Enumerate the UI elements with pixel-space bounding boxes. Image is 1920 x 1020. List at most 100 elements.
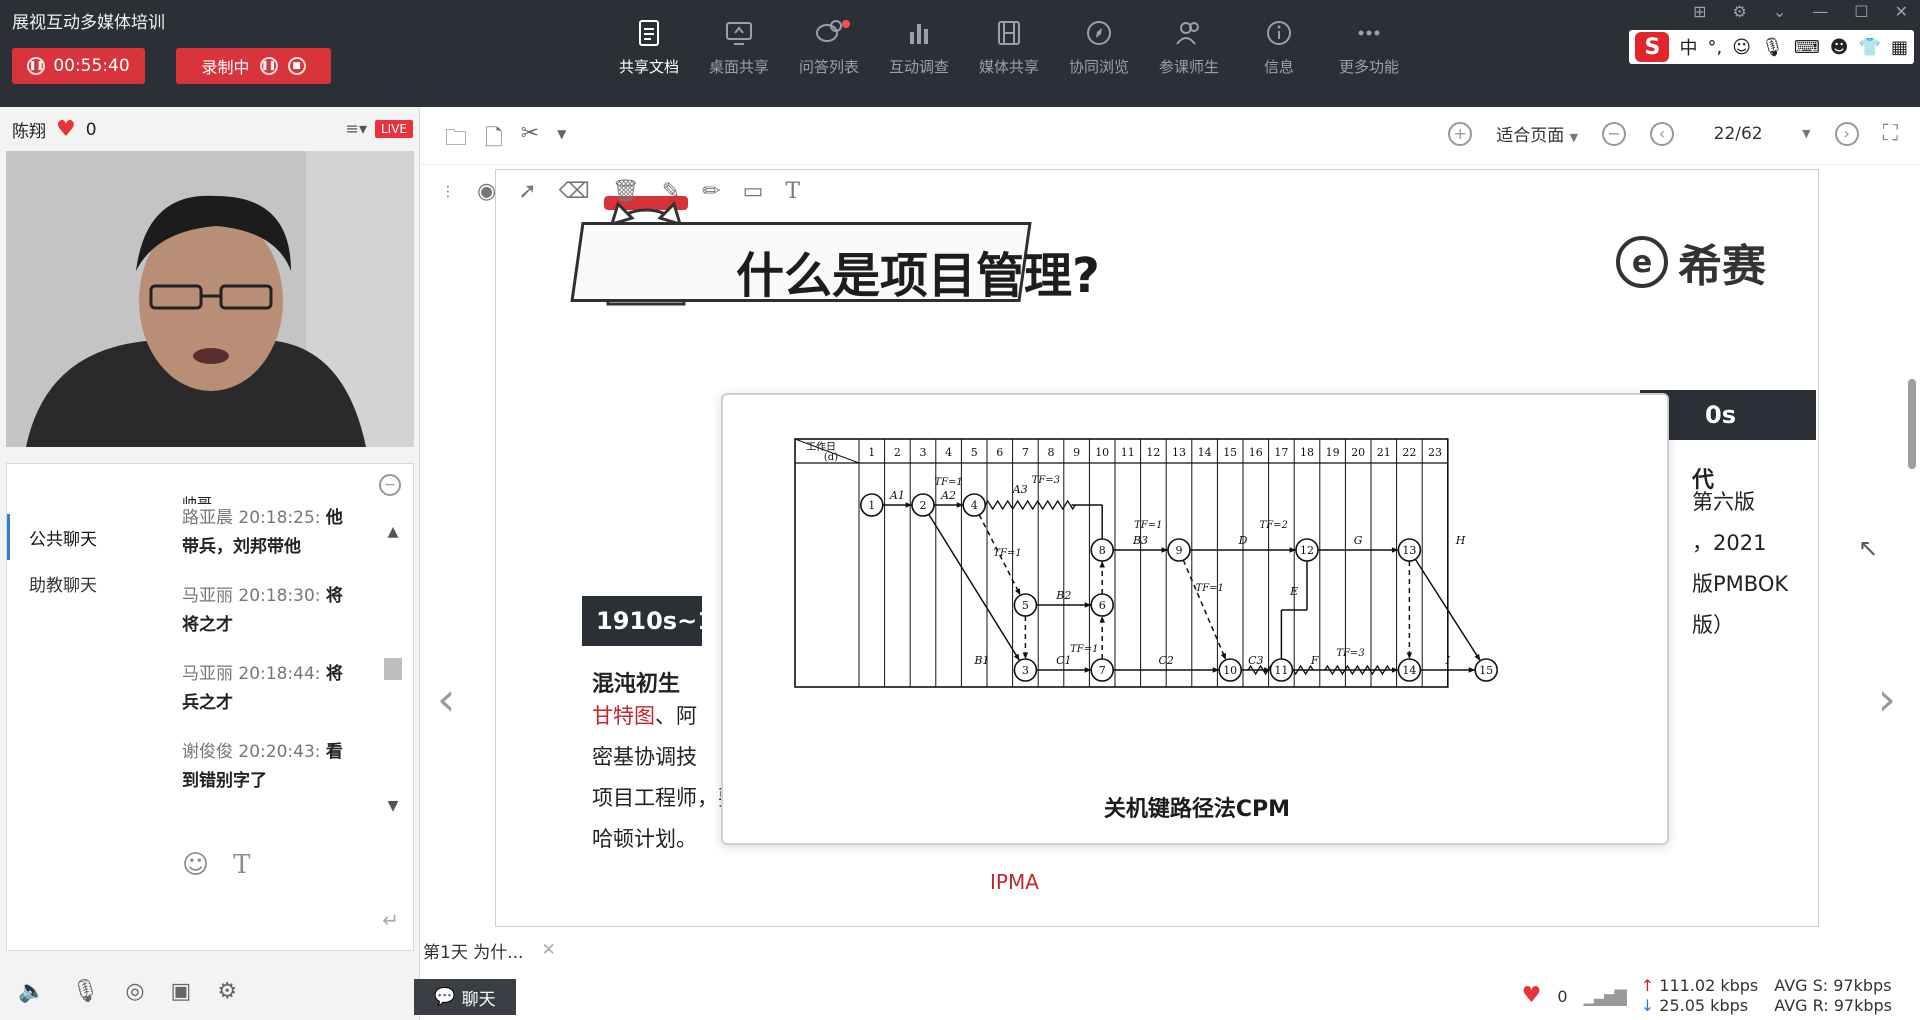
image-popup[interactable]: 工作日 (d) 1 2 3 4 5 6 7 8 9 10 11 12 13 14 15 16 17 18 19 20 21 2… (721, 393, 1669, 845)
node-number: 8 (1099, 544, 1106, 557)
era-heading-left: 混沌初生 (592, 672, 681, 697)
fullscreen-icon[interactable]: ⛶ (1883, 121, 1898, 146)
zoom-out-icon[interactable]: − (1602, 121, 1627, 146)
send-icon[interactable]: ↵ (382, 908, 399, 932)
float-label: TF=1 (1134, 520, 1162, 531)
punctuation-icon[interactable]: °, (1707, 37, 1722, 58)
drag-handle-icon[interactable]: ⋮ (441, 184, 455, 200)
microphone-icon[interactable]: 🎙 (71, 979, 99, 1004)
scroll-down-icon[interactable]: ▼ (388, 798, 399, 814)
day-number: 21 (1377, 446, 1391, 459)
page-indicator[interactable]: 22/62 (1698, 124, 1778, 144)
toolbar-desktop-share[interactable]: 桌面共享 (694, 18, 784, 88)
chat-toggle-button[interactable]: 💬 聊天 (414, 979, 516, 1015)
tab-close-icon[interactable]: ✕ (541, 940, 555, 960)
fit-page-select[interactable]: 适合页面 ▼ (1496, 121, 1578, 146)
toolbar-more[interactable]: 更多功能 (1324, 18, 1414, 88)
toolbar-qa-list[interactable]: 问答列表 (784, 18, 874, 88)
dropdown-icon[interactable]: ▼ (557, 127, 566, 159)
tab-assistant-chat[interactable]: 助教聊天 (7, 560, 147, 606)
rectangle-icon[interactable]: ▭ (743, 179, 764, 204)
maximize-icon[interactable]: ☐ (1854, 2, 1868, 21)
toolbar-share-doc[interactable]: 共享文档 (604, 18, 694, 88)
eraser-icon[interactable]: ⌫ (559, 179, 590, 204)
folder-icon[interactable]: 🗀 (445, 121, 467, 159)
settings-icon[interactable]: ⚙ (1733, 2, 1747, 21)
file-icon[interactable]: 🗋 (485, 121, 503, 159)
app-title: 展视互动多媒体培训 (12, 13, 165, 33)
chat-user: 路亚晨 (182, 508, 233, 528)
toolbar-media-share[interactable]: 媒体共享 (964, 18, 1054, 88)
day-number: 3 (920, 446, 927, 459)
activity-label: A2 (940, 489, 956, 502)
era-badge-left: 1910s~1 (582, 596, 714, 646)
emoji-icon[interactable]: ☺ (1732, 37, 1751, 58)
screen-icon[interactable]: ▣ (171, 979, 192, 1004)
minimize-icon[interactable]: — (1812, 2, 1828, 21)
toolbar-label: 桌面共享 (708, 58, 769, 76)
prev-page-icon[interactable]: ‹ (1650, 121, 1675, 146)
activity-label: G (1354, 534, 1363, 547)
next-page-icon[interactable]: › (1834, 121, 1859, 146)
target-icon[interactable]: ◉ (477, 179, 496, 204)
toolbox-icon[interactable]: ▦ (1891, 37, 1908, 58)
document-tab[interactable]: 第1天 为什... (423, 938, 523, 963)
pause-icon: ❚❚ (27, 57, 46, 75)
toolbar-survey[interactable]: 互动调查 (874, 18, 964, 88)
chevron-down-icon[interactable]: ⌄ (1773, 2, 1786, 21)
prev-slide-arrow-icon[interactable]: ‹ (437, 672, 455, 726)
activity-label: B2 (1055, 589, 1071, 602)
zoom-in-icon[interactable]: + (1448, 121, 1473, 146)
speaker-icon[interactable]: 🔈 (18, 979, 45, 1004)
document-scrollbar[interactable] (1908, 379, 1916, 469)
record-pause-icon[interactable]: ❚❚ (259, 57, 278, 75)
trash-icon[interactable]: 🗑 (612, 179, 640, 204)
next-slide-arrow-icon[interactable]: › (1878, 672, 1896, 726)
text-format-icon[interactable]: T (233, 850, 250, 880)
chat-message: 马亚丽 20:18:44: 将 兵之才 (182, 664, 343, 713)
settings-icon[interactable]: ⚙ (217, 979, 237, 1004)
user-icon[interactable]: ☻ (1830, 37, 1849, 58)
pointer-icon[interactable]: ➚ (518, 179, 536, 204)
collapse-icon[interactable]: − (379, 474, 401, 496)
chat-scrollbar[interactable]: ▲ ▼ (381, 524, 405, 814)
keyboard-icon[interactable]: ⌨ (1794, 37, 1820, 58)
heart-icon[interactable]: ♥ (56, 118, 76, 141)
microphone-icon[interactable]: 🎙 (1761, 37, 1784, 58)
emoji-icon[interactable]: ☺ (182, 850, 209, 880)
timer-value: 00:55:40 (53, 56, 130, 76)
heart-icon[interactable]: ♥ (1522, 985, 1542, 1007)
timer-button[interactable]: ❚❚ 00:55:40 (12, 48, 145, 84)
sogou-logo-icon[interactable]: S (1635, 32, 1670, 62)
highlighter-icon[interactable]: ✎ (662, 179, 680, 204)
text-tool-icon[interactable]: T (785, 179, 800, 204)
page-dropdown-icon[interactable]: ▼ (1802, 127, 1810, 140)
ime-mode[interactable]: 中 (1679, 34, 1697, 60)
pen-icon[interactable]: ✏ (702, 179, 720, 204)
toolbar-cobrowse[interactable]: 协同浏览 (1054, 18, 1144, 88)
grid-icon[interactable]: ⊞ (1693, 2, 1706, 21)
chat-tools: ☺ T (182, 850, 250, 880)
chat-text: 看 (325, 742, 343, 762)
node-number: 4 (971, 499, 978, 512)
skin-icon[interactable]: 👕 (1859, 37, 1881, 58)
record-stop-icon[interactable]: ■ (287, 57, 306, 75)
record-button[interactable]: 录制中 ❚❚ ■ (176, 48, 331, 84)
chat-text: 带兵，刘邦带他 (182, 537, 301, 557)
chat-message: 马亚丽 20:18:30: 将 将之才 (182, 586, 343, 635)
text-line: 、阿 (655, 704, 697, 728)
chat-messages: 帅哥 路亚晨 20:18:25: 他 带兵，刘邦带他 马亚丽 20:18:30:… (182, 495, 362, 816)
day-number: 8 (1048, 446, 1055, 459)
scroll-thumb[interactable] (384, 658, 402, 680)
presenter-info: 陈翔 ♥ 0 (12, 117, 97, 142)
camera-icon[interactable]: ◎ (125, 979, 144, 1004)
toolbar-info[interactable]: 信息 (1234, 18, 1324, 88)
toolbar-participants[interactable]: 参课师生 (1144, 18, 1234, 88)
chat-time: 20:20:43 (238, 742, 315, 762)
tab-public-chat[interactable]: 公共聊天 (7, 514, 147, 560)
scroll-up-icon[interactable]: ▲ (388, 524, 399, 540)
scissors-icon[interactable]: ✂ (521, 121, 539, 159)
list-menu-icon[interactable]: ≡▾ (346, 119, 367, 138)
close-icon[interactable]: ✕ (1895, 2, 1908, 21)
day-number: 2 (894, 446, 901, 459)
